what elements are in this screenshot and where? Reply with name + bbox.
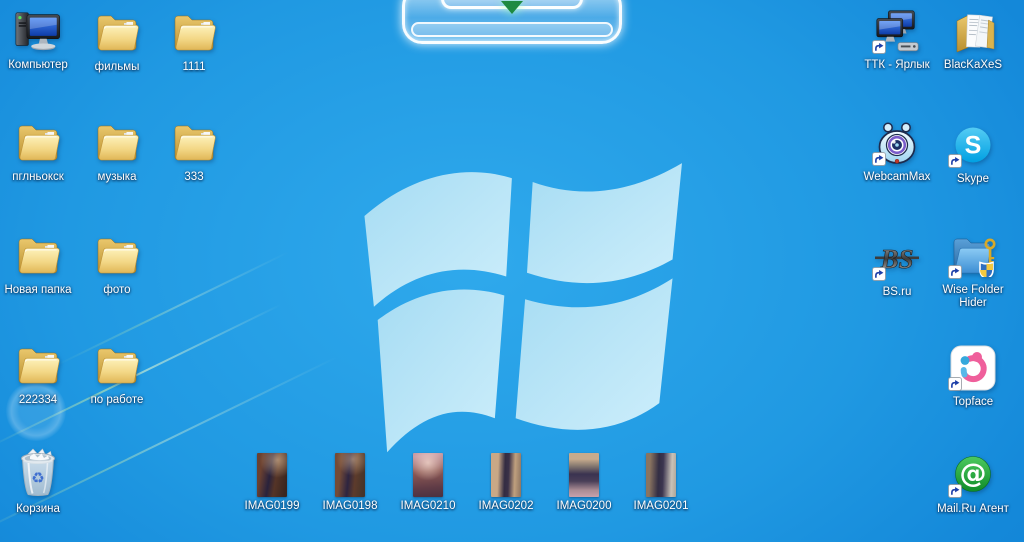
icon-label: музыка [97, 171, 137, 183]
blue-folder-key-shield-icon [948, 233, 998, 281]
recycle-bin-icon [13, 446, 63, 500]
icon-label: BlacKaXeS [943, 59, 1003, 71]
icon-label: фото [103, 284, 131, 296]
network-icon [872, 8, 922, 56]
folder-icon [13, 343, 63, 391]
photo-thumbnail [569, 453, 599, 497]
icon-label: 1111 [182, 61, 206, 73]
icon-label: IMAG0200 [556, 500, 612, 512]
windows-flag-logo [364, 163, 682, 453]
mailru-at-icon [948, 452, 998, 500]
desktop-icon-folder-333[interactable]: 333 [156, 120, 232, 184]
desktop-icon-folder-1111[interactable]: 1111 [156, 10, 232, 74]
shortcut-arrow-icon [948, 377, 962, 391]
desktop-icon-folder-work[interactable]: по работе [79, 343, 155, 407]
shortcut-arrow-icon [872, 40, 886, 54]
icon-label: ТТК - Ярлык [864, 59, 930, 71]
icon-label: Компьютер [8, 59, 68, 71]
shortcut-arrow-icon [948, 484, 962, 498]
folder-icon [169, 120, 219, 168]
desktop-icon-folder-music[interactable]: музыка [79, 120, 155, 184]
photo-thumbnail [491, 453, 521, 497]
desktop-icon-blackaxes[interactable]: BlacKaXeS [935, 8, 1011, 72]
desktop-icon-recycle-bin[interactable]: Корзина [0, 446, 76, 516]
folder-icon [92, 10, 142, 58]
desktop-icon-skype[interactable]: Skype [935, 122, 1011, 186]
desktop-icon-folder-photo[interactable]: фото [79, 233, 155, 297]
desktop-icon-bsru[interactable]: BS.ru [859, 235, 935, 299]
desktop-icon-photo-imag0210[interactable]: IMAG0210 [390, 453, 466, 513]
topface-icon [948, 345, 998, 393]
icon-label: пглньокск [12, 171, 64, 183]
icon-label: WebcamMax [863, 171, 931, 183]
icon-label: Новая папка [4, 284, 72, 296]
folder-icon [169, 10, 219, 58]
folder-icon [13, 120, 63, 168]
folder-icon [92, 343, 142, 391]
photo-thumbnail [413, 453, 443, 497]
folder-icon [92, 120, 142, 168]
icon-label: Wise Folder Hider [942, 284, 1004, 309]
desktop-icon-photo-imag0202[interactable]: IMAG0202 [468, 453, 544, 513]
icon-label: IMAG0198 [322, 500, 378, 512]
icon-label: IMAG0210 [400, 500, 456, 512]
webcam-icon [872, 120, 922, 168]
desktop-icon-wise-folder-hider[interactable]: Wise Folder Hider [935, 233, 1011, 310]
folder-icon [13, 233, 63, 281]
icon-label: IMAG0201 [633, 500, 689, 512]
photo-thumbnail [335, 453, 365, 497]
desktop-icon-computer[interactable]: Компьютер [0, 8, 76, 72]
desktop-icon-photo-imag0201[interactable]: IMAG0201 [623, 453, 699, 513]
skype-icon [948, 122, 998, 170]
open-folder-documents-icon [948, 8, 998, 56]
icon-label: IMAG0199 [244, 500, 300, 512]
desktop-icon-webcammax[interactable]: WebcamMax [859, 120, 935, 184]
desktop-icon-mailru-agent[interactable]: Mail.Ru Агент [935, 452, 1011, 516]
desktop-icon-topface[interactable]: Topface [935, 345, 1011, 409]
shortcut-arrow-icon [872, 267, 886, 281]
icon-label: Topface [952, 396, 994, 408]
shortcut-arrow-icon [948, 265, 962, 279]
folder-icon [92, 233, 142, 281]
shortcut-arrow-icon [872, 152, 886, 166]
icon-label: Mail.Ru Агент [937, 503, 1009, 515]
icon-label: 333 [184, 171, 204, 183]
desktop-icon-folder-222334[interactable]: 222334 [0, 343, 76, 407]
desktop-icon-photo-imag0199[interactable]: IMAG0199 [234, 453, 310, 513]
computer-icon [13, 8, 63, 56]
icon-label: Skype [957, 173, 989, 185]
desktop-icon-photo-imag0198[interactable]: IMAG0198 [312, 453, 388, 513]
dock-widget[interactable] [402, 0, 622, 44]
desktop-icon-photo-imag0200[interactable]: IMAG0200 [546, 453, 622, 513]
icon-label: Корзина [16, 503, 60, 515]
icon-label: BS.ru [882, 286, 912, 298]
desktop-icon-ttk-shortcut[interactable]: ТТК - Ярлык [859, 8, 935, 72]
desktop-icon-folder-new[interactable]: Новая папка [0, 233, 76, 297]
photo-thumbnail [646, 453, 676, 497]
icon-label: фильмы [94, 61, 140, 73]
icon-label: IMAG0202 [478, 500, 534, 512]
desktop-icon-folder-pglnoksk[interactable]: пглньокск [0, 120, 76, 184]
icon-label: 222334 [18, 394, 58, 406]
icon-label: по работе [90, 394, 144, 406]
desktop-icon-folder-films[interactable]: фильмы [79, 10, 155, 74]
bs-logo-icon [872, 235, 922, 283]
shortcut-arrow-icon [948, 154, 962, 168]
photo-thumbnail [257, 453, 287, 497]
dock-widget-band [411, 22, 613, 37]
windows-desktop: { "wallpaper": { "base_color": "#1e95de"… [0, 0, 1024, 542]
dock-expand-arrow-icon[interactable] [501, 1, 523, 14]
